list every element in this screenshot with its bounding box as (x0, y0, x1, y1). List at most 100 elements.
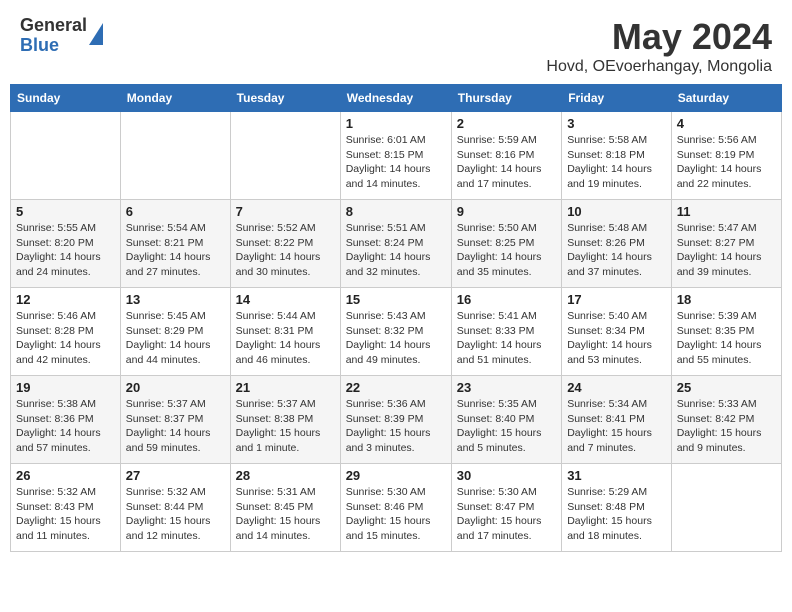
day-info: Sunrise: 5:43 AM Sunset: 8:32 PM Dayligh… (346, 309, 446, 368)
day-of-week-header: Wednesday (340, 85, 451, 112)
calendar-cell: 8Sunrise: 5:51 AM Sunset: 8:24 PM Daylig… (340, 200, 451, 288)
day-info: Sunrise: 5:34 AM Sunset: 8:41 PM Dayligh… (567, 397, 666, 456)
logo-triangle-icon (89, 23, 103, 45)
calendar-cell: 11Sunrise: 5:47 AM Sunset: 8:27 PM Dayli… (671, 200, 781, 288)
day-number: 13 (126, 292, 225, 307)
calendar-location: Hovd, OEvoerhangay, Mongolia (546, 58, 772, 76)
calendar-cell: 10 Sunrise: 5:48 AM Sunset: 8:26 PM Dayli… (562, 200, 672, 288)
calendar-cell: 21Sunrise: 5:37 AM Sunset: 8:38 PM Dayli… (230, 376, 340, 464)
day-info: Sunrise: 5:48 AM Sunset: 8:26 PM Dayligh… (567, 221, 666, 280)
day-info: Sunrise: 5:45 AM Sunset: 8:29 PM Dayligh… (126, 309, 225, 368)
day-number: 6 (126, 204, 225, 219)
day-number: 3 (567, 116, 666, 131)
calendar-title: May 2024 (546, 16, 772, 58)
day-number: 22 (346, 380, 446, 395)
day-info: Sunrise: 5:47 AM Sunset: 8:27 PM Dayligh… (677, 221, 776, 280)
calendar-cell: 22 Sunrise: 5:36 AM Sunset: 8:39 PM Dayli… (340, 376, 451, 464)
calendar-cell: 17 Sunrise: 5:40 AM Sunset: 8:34 PM Dayli… (562, 288, 672, 376)
day-info: Sunrise: 5:59 AM Sunset: 8:16 PM Dayligh… (457, 133, 556, 192)
day-info: Sunrise: 5:30 AM Sunset: 8:47 PM Dayligh… (457, 485, 556, 544)
day-info: Sunrise: 5:52 AM Sunset: 8:22 PM Dayligh… (236, 221, 335, 280)
calendar-header: SundayMondayTuesdayWednesdayThursdayFrid… (11, 85, 782, 112)
day-number: 1 (346, 116, 446, 131)
day-info: Sunrise: 5:58 AM Sunset: 8:18 PM Dayligh… (567, 133, 666, 192)
calendar-cell: 27 Sunrise: 5:32 AM Sunset: 8:44 PM Dayli… (120, 464, 230, 552)
day-number: 10 (567, 204, 666, 219)
calendar-cell: 25 Sunrise: 5:33 AM Sunset: 8:42 PM Dayli… (671, 376, 781, 464)
logo-blue: Blue (20, 36, 87, 56)
day-info: Sunrise: 5:32 AM Sunset: 8:44 PM Dayligh… (126, 485, 225, 544)
day-of-week-header: Sunday (11, 85, 121, 112)
calendar-cell: 24Sunrise: 5:34 AM Sunset: 8:41 PM Dayli… (562, 376, 672, 464)
day-number: 26 (16, 468, 115, 483)
calendar-cell (230, 112, 340, 200)
day-number: 9 (457, 204, 556, 219)
day-info: Sunrise: 5:36 AM Sunset: 8:39 PM Dayligh… (346, 397, 446, 456)
day-info: Sunrise: 5:35 AM Sunset: 8:40 PM Dayligh… (457, 397, 556, 456)
calendar-table: SundayMondayTuesdayWednesdayThursdayFrid… (10, 84, 782, 552)
day-info: Sunrise: 5:56 AM Sunset: 8:19 PM Dayligh… (677, 133, 776, 192)
calendar-cell: 28 Sunrise: 5:31 AM Sunset: 8:45 PM Dayli… (230, 464, 340, 552)
day-number: 15 (346, 292, 446, 307)
calendar: SundayMondayTuesdayWednesdayThursdayFrid… (0, 84, 792, 562)
calendar-week-row: 19 Sunrise: 5:38 AM Sunset: 8:36 PM Dayli… (11, 376, 782, 464)
calendar-cell: 16Sunrise: 5:41 AM Sunset: 8:33 PM Dayli… (451, 288, 561, 376)
calendar-cell: 14 Sunrise: 5:44 AM Sunset: 8:31 PM Dayli… (230, 288, 340, 376)
calendar-week-row: 26 Sunrise: 5:32 AM Sunset: 8:43 PM Dayli… (11, 464, 782, 552)
logo-general: General (20, 16, 87, 36)
day-info: Sunrise: 5:40 AM Sunset: 8:34 PM Dayligh… (567, 309, 666, 368)
calendar-cell: 3 Sunrise: 5:58 AM Sunset: 8:18 PM Daylig… (562, 112, 672, 200)
day-number: 20 (126, 380, 225, 395)
calendar-cell (671, 464, 781, 552)
day-info: Sunrise: 5:39 AM Sunset: 8:35 PM Dayligh… (677, 309, 776, 368)
calendar-cell: 30 Sunrise: 5:30 AM Sunset: 8:47 PM Dayli… (451, 464, 561, 552)
day-number: 14 (236, 292, 335, 307)
calendar-cell: 15 Sunrise: 5:43 AM Sunset: 8:32 PM Dayli… (340, 288, 451, 376)
calendar-cell: 13 Sunrise: 5:45 AM Sunset: 8:29 PM Dayli… (120, 288, 230, 376)
day-of-week-header: Saturday (671, 85, 781, 112)
logo-text: General Blue (20, 16, 87, 56)
calendar-cell: 9Sunrise: 5:50 AM Sunset: 8:25 PM Daylig… (451, 200, 561, 288)
day-info: Sunrise: 5:54 AM Sunset: 8:21 PM Dayligh… (126, 221, 225, 280)
day-number: 27 (126, 468, 225, 483)
calendar-cell: 4Sunrise: 5:56 AM Sunset: 8:19 PM Daylig… (671, 112, 781, 200)
day-number: 21 (236, 380, 335, 395)
day-number: 30 (457, 468, 556, 483)
days-header-row: SundayMondayTuesdayWednesdayThursdayFrid… (11, 85, 782, 112)
day-of-week-header: Monday (120, 85, 230, 112)
day-info: Sunrise: 5:46 AM Sunset: 8:28 PM Dayligh… (16, 309, 115, 368)
day-info: Sunrise: 5:33 AM Sunset: 8:42 PM Dayligh… (677, 397, 776, 456)
calendar-cell: 1 Sunrise: 6:01 AM Sunset: 8:15 PM Daylig… (340, 112, 451, 200)
calendar-week-row: 1 Sunrise: 6:01 AM Sunset: 8:15 PM Daylig… (11, 112, 782, 200)
day-number: 8 (346, 204, 446, 219)
day-number: 28 (236, 468, 335, 483)
day-info: Sunrise: 5:44 AM Sunset: 8:31 PM Dayligh… (236, 309, 335, 368)
day-number: 18 (677, 292, 776, 307)
day-info: Sunrise: 6:01 AM Sunset: 8:15 PM Dayligh… (346, 133, 446, 192)
day-info: Sunrise: 5:31 AM Sunset: 8:45 PM Dayligh… (236, 485, 335, 544)
calendar-cell: 7 Sunrise: 5:52 AM Sunset: 8:22 PM Daylig… (230, 200, 340, 288)
calendar-cell: 18 Sunrise: 5:39 AM Sunset: 8:35 PM Dayli… (671, 288, 781, 376)
day-number: 17 (567, 292, 666, 307)
day-number: 19 (16, 380, 115, 395)
calendar-cell: 20Sunrise: 5:37 AM Sunset: 8:37 PM Dayli… (120, 376, 230, 464)
calendar-cell: 2 Sunrise: 5:59 AM Sunset: 8:16 PM Daylig… (451, 112, 561, 200)
calendar-cell: 29Sunrise: 5:30 AM Sunset: 8:46 PM Dayli… (340, 464, 451, 552)
day-number: 2 (457, 116, 556, 131)
day-info: Sunrise: 5:38 AM Sunset: 8:36 PM Dayligh… (16, 397, 115, 456)
day-number: 16 (457, 292, 556, 307)
day-number: 5 (16, 204, 115, 219)
calendar-body: 1 Sunrise: 6:01 AM Sunset: 8:15 PM Daylig… (11, 112, 782, 552)
day-number: 25 (677, 380, 776, 395)
day-number: 7 (236, 204, 335, 219)
calendar-cell: 5 Sunrise: 5:55 AM Sunset: 8:20 PM Daylig… (11, 200, 121, 288)
calendar-cell (120, 112, 230, 200)
calendar-cell: 26 Sunrise: 5:32 AM Sunset: 8:43 PM Dayli… (11, 464, 121, 552)
day-info: Sunrise: 5:32 AM Sunset: 8:43 PM Dayligh… (16, 485, 115, 544)
title-block: May 2024 Hovd, OEvoerhangay, Mongolia (546, 16, 772, 76)
calendar-cell: 23 Sunrise: 5:35 AM Sunset: 8:40 PM Dayli… (451, 376, 561, 464)
logo: General Blue (20, 16, 103, 56)
day-number: 23 (457, 380, 556, 395)
day-info: Sunrise: 5:30 AM Sunset: 8:46 PM Dayligh… (346, 485, 446, 544)
day-info: Sunrise: 5:55 AM Sunset: 8:20 PM Dayligh… (16, 221, 115, 280)
